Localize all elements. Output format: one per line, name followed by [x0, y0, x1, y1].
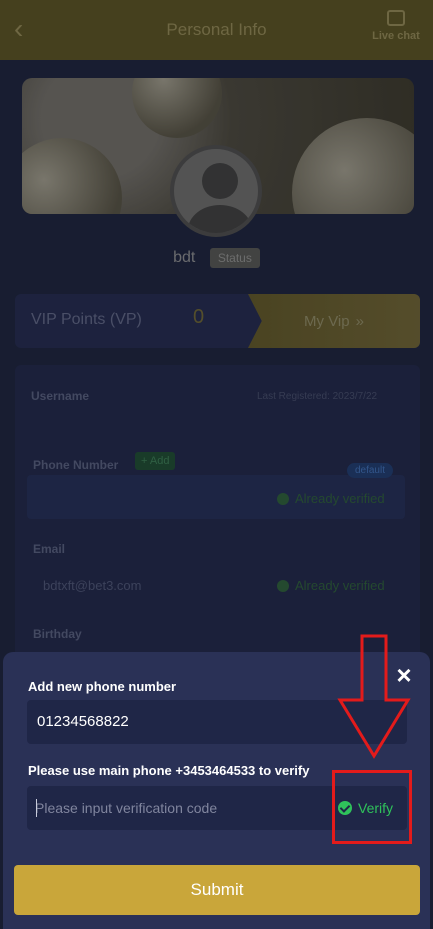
submit-button[interactable]: Submit: [14, 865, 420, 915]
verification-code-input[interactable]: [35, 786, 325, 830]
verify-instruction: Please use main phone +3453464533 to ver…: [28, 763, 310, 778]
add-phone-label: Add new phone number: [28, 679, 177, 694]
submit-label: Submit: [190, 880, 244, 899]
text-caret: [36, 799, 37, 817]
annotation-arrow: [337, 634, 411, 759]
annotation-highlight-box: [332, 770, 412, 844]
phone-input-value: 01234568822: [37, 713, 129, 730]
